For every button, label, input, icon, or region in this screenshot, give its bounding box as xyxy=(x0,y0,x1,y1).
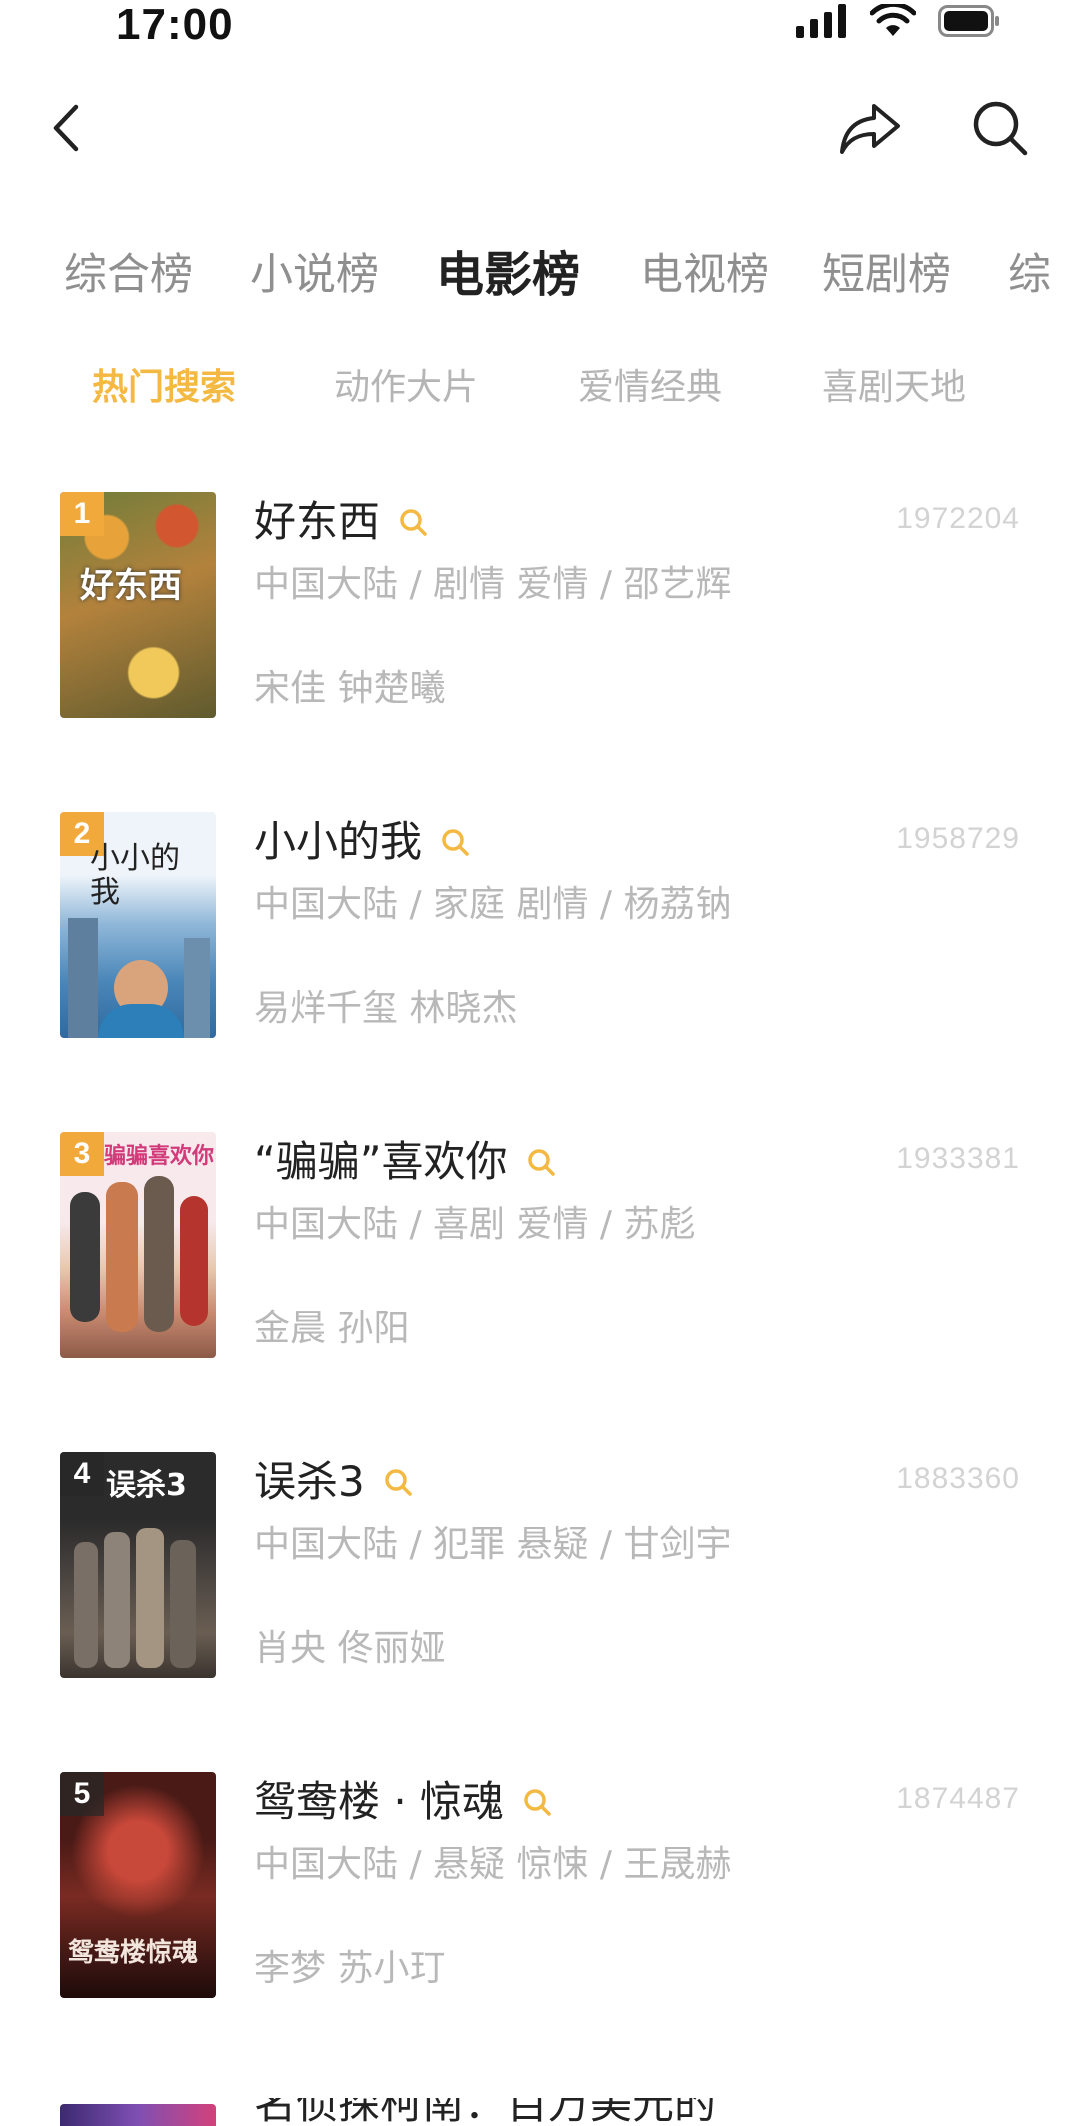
rank-badge: 4 xyxy=(60,1452,104,1496)
tab-novels[interactable]: 小说榜 xyxy=(250,240,379,310)
back-button[interactable] xyxy=(44,98,88,158)
share-button[interactable] xyxy=(838,98,902,158)
search-icon[interactable] xyxy=(440,827,470,857)
item-cast: 肖央 佟丽娅 xyxy=(254,1628,446,1669)
list-item[interactable]: 3 骗骗喜欢你 “骗骗”喜欢你 1933381 中国大陆 / 喜剧 爱情 / 苏… xyxy=(0,1132,1080,1362)
search-button[interactable] xyxy=(970,98,1030,158)
status-bar: 17:00 xyxy=(0,0,1080,49)
search-icon[interactable] xyxy=(398,507,428,537)
search-icon[interactable] xyxy=(526,1147,556,1177)
tab-short-drama[interactable]: 短剧榜 xyxy=(822,240,951,310)
poster-title-text: 好东西 xyxy=(80,566,182,606)
poster-image: 2 小小的我 xyxy=(60,812,216,1038)
item-meta: 中国大陆 / 悬疑 惊悚 / 王晟赫 xyxy=(254,1844,732,1885)
next-item-title[interactable]: 名侦探柯南：百万美元的 xyxy=(254,2098,774,2126)
search-count: 1933381 xyxy=(896,1142,1020,1175)
status-time: 17:00 xyxy=(116,0,234,49)
item-meta: 中国大陆 / 犯罪 悬疑 / 甘剑宇 xyxy=(254,1524,732,1565)
title-row: 误杀3 xyxy=(254,1454,413,1510)
category-tabs: 综合榜 小说榜 电影榜 电视榜 短剧榜 综 xyxy=(0,240,1080,310)
subtab-romance[interactable]: 爱情经典 xyxy=(578,358,722,418)
share-arrow-icon xyxy=(840,104,900,154)
poster-title-text: 误杀3 xyxy=(106,1468,187,1503)
poster-title-text: 小小的我 xyxy=(90,841,180,910)
poster-image: 3 骗骗喜欢你 xyxy=(60,1132,216,1358)
item-title[interactable]: “骗骗”喜欢你 xyxy=(254,1134,508,1190)
item-title[interactable]: 鸳鸯楼 · 惊魂 xyxy=(254,1774,504,1830)
list-item[interactable]: 1 好东西 好东西 1972204 中国大陆 / 剧情 爱情 / 邵艺辉 宋佳 … xyxy=(0,492,1080,722)
search-icon xyxy=(973,101,1028,156)
item-cast: 易烊千玺 林晓杰 xyxy=(254,988,518,1029)
battery-icon xyxy=(938,5,999,37)
tab-tv[interactable]: 电视榜 xyxy=(640,240,769,310)
title-row: 小小的我 xyxy=(254,814,470,870)
list-item[interactable]: 4 误杀3 误杀3 1883360 中国大陆 / 犯罪 悬疑 / 甘剑宇 肖央 … xyxy=(0,1452,1080,1682)
search-count: 1883360 xyxy=(896,1462,1020,1495)
item-cast: 宋佳 钟楚曦 xyxy=(254,668,446,709)
item-meta: 中国大陆 / 家庭 剧情 / 杨荔钠 xyxy=(254,884,732,925)
item-cast: 金晨 孙阳 xyxy=(254,1308,410,1349)
subtab-hot-search[interactable]: 热门搜索 xyxy=(92,358,236,418)
cellular-signal-icon xyxy=(796,4,846,38)
tab-movies[interactable]: 电影榜 xyxy=(436,240,580,310)
search-icon[interactable] xyxy=(522,1787,552,1817)
title-row: 好东西 xyxy=(254,494,428,550)
wifi-icon xyxy=(870,4,916,36)
item-meta: 中国大陆 / 剧情 爱情 / 邵艺辉 xyxy=(254,564,732,605)
next-item-poster[interactable] xyxy=(60,2104,216,2126)
poster-image: 1 好东西 xyxy=(60,492,216,718)
search-count: 1958729 xyxy=(896,822,1020,855)
title-row: “骗骗”喜欢你 xyxy=(254,1134,556,1190)
status-icons xyxy=(796,4,1000,38)
item-title[interactable]: 小小的我 xyxy=(254,814,422,870)
poster-image: 5 鸳鸯楼惊魂 xyxy=(60,1772,216,1998)
poster-title-text: 骗骗喜欢你 xyxy=(104,1144,215,1169)
title-row: 鸳鸯楼 · 惊魂 xyxy=(254,1774,552,1830)
tab-variety-partial[interactable]: 综 xyxy=(1008,240,1051,310)
item-meta: 中国大陆 / 喜剧 爱情 / 苏彪 xyxy=(254,1204,696,1245)
item-title[interactable]: 误杀3 xyxy=(254,1454,365,1510)
list-item[interactable]: 5 鸳鸯楼惊魂 鸳鸯楼 · 惊魂 1874487 中国大陆 / 悬疑 惊悚 / … xyxy=(0,1772,1080,2002)
item-title[interactable]: 好东西 xyxy=(254,494,380,550)
rank-badge: 1 xyxy=(60,492,104,536)
search-icon[interactable] xyxy=(383,1467,413,1497)
rank-badge: 3 xyxy=(60,1132,104,1176)
search-count: 1874487 xyxy=(896,1782,1020,1815)
item-cast: 李梦 苏小玎 xyxy=(254,1948,446,1989)
chevron-left-icon xyxy=(53,104,79,152)
sub-tabs: 热门搜索 动作大片 爱情经典 喜剧天地 xyxy=(0,358,1080,418)
tab-comprehensive[interactable]: 综合榜 xyxy=(64,240,193,310)
poster-image: 4 误杀3 xyxy=(60,1452,216,1678)
poster-title-text: 鸳鸯楼惊魂 xyxy=(68,1938,199,1968)
rank-badge: 5 xyxy=(60,1772,104,1816)
next-item-title-text: 名侦探柯南：百万美元的 xyxy=(254,2098,717,2126)
list-item[interactable]: 2 小小的我 小小的我 1958729 中国大陆 / 家庭 剧情 / 杨荔钠 易… xyxy=(0,812,1080,1042)
subtab-comedy[interactable]: 喜剧天地 xyxy=(822,358,966,418)
subtab-action[interactable]: 动作大片 xyxy=(334,358,478,418)
search-count: 1972204 xyxy=(896,502,1020,535)
